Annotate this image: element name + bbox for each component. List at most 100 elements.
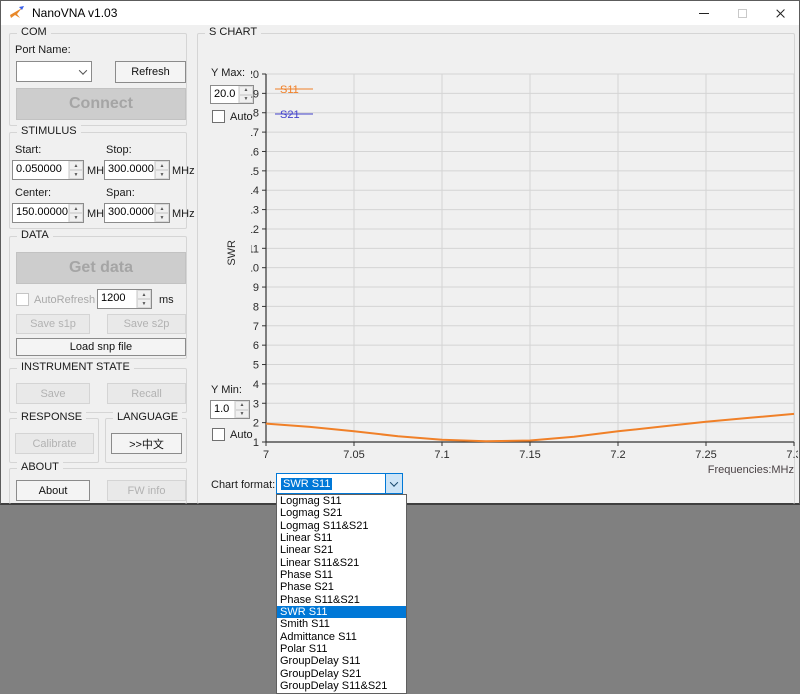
autorefresh-label: AutoRefresh [34, 294, 95, 306]
autorefresh-checkbox[interactable]: AutoRefresh [16, 293, 95, 306]
chevron-down-icon [385, 474, 402, 493]
dropdown-item[interactable]: Linear S11&S21 [277, 557, 406, 569]
dropdown-item[interactable]: GroupDelay S11 [277, 655, 406, 667]
svg-text:11: 11 [251, 243, 259, 255]
ymin-field[interactable]: 1.0 ▲▼ [210, 400, 250, 419]
instrument-state-group: INSTRUMENT STATE Save Recall [9, 368, 187, 413]
spin-down-icon: ▼ [69, 213, 83, 222]
dropdown-item[interactable]: Phase S21 [277, 581, 406, 593]
dropdown-item[interactable]: Smith S11 [277, 618, 406, 630]
save-s2p-button[interactable]: Save s2p [107, 314, 186, 334]
recall-button[interactable]: Recall [107, 383, 186, 404]
language-group: LANGUAGE >>中文 [105, 418, 187, 463]
spin-down-icon: ▼ [235, 410, 249, 419]
svg-text:7.3: 7.3 [786, 449, 798, 461]
dropdown-item[interactable]: Phase S11 [277, 569, 406, 581]
chart-format-value: SWR S11 [281, 478, 332, 490]
language-group-label: LANGUAGE [113, 411, 182, 423]
port-name-label: Port Name: [15, 44, 71, 56]
spin-up-icon: ▲ [235, 401, 249, 410]
port-name-combobox[interactable] [16, 61, 92, 82]
svg-text:Frequencies:MHz: Frequencies:MHz [708, 464, 794, 475]
app-icon [9, 5, 25, 21]
com-group: COM Port Name: Refresh Connect [9, 33, 187, 126]
svg-text:17: 17 [251, 127, 259, 139]
svg-text:5: 5 [253, 360, 259, 372]
center-field[interactable]: 150.000000 ▲▼ [12, 203, 84, 223]
minimize-button[interactable] [685, 1, 723, 25]
svg-text:3: 3 [253, 398, 259, 410]
dropdown-item[interactable]: GroupDelay S21 [277, 668, 406, 680]
stop-field[interactable]: 300.000000 ▲▼ [104, 160, 170, 180]
ymax-field[interactable]: 20.0 ▲▼ [210, 85, 254, 104]
ymin-label: Y Min: [211, 384, 242, 396]
start-field[interactable]: 0.050000 ▲▼ [12, 160, 84, 180]
ymax-label: Y Max: [211, 67, 245, 79]
spin-down-icon: ▼ [69, 170, 83, 179]
svg-text:13: 13 [251, 205, 259, 217]
dropdown-item[interactable]: Phase S11&S21 [277, 594, 406, 606]
stop-spinner[interactable]: ▲▼ [154, 161, 169, 179]
maximize-icon [738, 9, 747, 18]
dropdown-item[interactable]: Polar S11 [277, 643, 406, 655]
dropdown-item[interactable]: Logmag S21 [277, 507, 406, 519]
interval-unit-label: ms [159, 294, 174, 306]
svg-text:7.05: 7.05 [343, 449, 364, 461]
data-group-label: DATA [17, 229, 53, 241]
about-button[interactable]: About [16, 480, 90, 501]
dropdown-item[interactable]: Logmag S11 [277, 495, 406, 507]
chart-format-combobox[interactable]: SWR S11 [276, 473, 403, 494]
start-spinner[interactable]: ▲▼ [68, 161, 83, 179]
save-state-button[interactable]: Save [16, 383, 90, 404]
spin-up-icon: ▲ [137, 290, 151, 299]
refresh-button[interactable]: Refresh [115, 61, 186, 83]
spin-down-icon: ▼ [137, 299, 151, 308]
center-spinner[interactable]: ▲▼ [68, 204, 83, 222]
close-button[interactable] [761, 1, 799, 25]
center-label: Center: [15, 187, 51, 199]
window-title: NanoVNA v1.03 [32, 6, 117, 20]
chart-ylabel: SWR [226, 240, 238, 266]
span-field[interactable]: 300.000000 ▲▼ [104, 203, 170, 223]
svg-text:19: 19 [251, 88, 259, 100]
span-label: Span: [106, 187, 135, 199]
language-button[interactable]: >>中文 [111, 433, 182, 454]
response-group: RESPONSE Calibrate [9, 418, 99, 463]
stimulus-group: STIMULUS Start: 0.050000 ▲▼ MHz Stop: 30… [9, 132, 187, 229]
svg-text:S21: S21 [280, 109, 300, 121]
dropdown-item[interactable]: SWR S11 [277, 606, 406, 618]
data-group: DATA Get data AutoRefresh 1200 ▲▼ ms Sav… [9, 236, 187, 359]
span-unit-label: MHz [172, 208, 195, 220]
ymin-auto-checkbox[interactable]: Auto [212, 428, 253, 441]
ymax-auto-checkbox[interactable]: Auto [212, 110, 253, 123]
svg-text:S11: S11 [280, 84, 299, 96]
dropdown-item[interactable]: Logmag S11&S21 [277, 520, 406, 532]
swr-chart: 123456789101112131415161718192077.057.17… [251, 67, 798, 475]
spin-up-icon: ▲ [155, 204, 169, 213]
connect-button[interactable]: Connect [16, 88, 186, 120]
dropdown-item[interactable]: Admittance S11 [277, 631, 406, 643]
svg-text:1: 1 [253, 437, 259, 449]
load-snp-file-button[interactable]: Load snp file [16, 338, 186, 356]
dropdown-item[interactable]: Linear S11 [277, 532, 406, 544]
interval-spinner[interactable]: ▲▼ [136, 290, 151, 308]
interval-field[interactable]: 1200 ▲▼ [97, 289, 152, 309]
stop-label: Stop: [106, 144, 132, 156]
get-data-button[interactable]: Get data [16, 252, 186, 284]
chart-format-dropdown: Logmag S11Logmag S21Logmag S11&S21Linear… [276, 494, 407, 694]
s-chart-group-label: S CHART [205, 26, 261, 38]
svg-text:7: 7 [263, 449, 269, 461]
svg-text:9: 9 [253, 282, 259, 294]
spin-down-icon: ▼ [155, 213, 169, 222]
span-spinner[interactable]: ▲▼ [154, 204, 169, 222]
dropdown-item[interactable]: GroupDelay S11&S21 [277, 680, 406, 692]
save-s1p-button[interactable]: Save s1p [16, 314, 90, 334]
calibrate-button[interactable]: Calibrate [15, 433, 94, 454]
minimize-icon [699, 13, 709, 14]
fw-info-button[interactable]: FW info [107, 480, 186, 501]
maximize-button [723, 1, 761, 25]
ymin-spinner[interactable]: ▲▼ [234, 401, 249, 418]
dropdown-item[interactable]: Linear S21 [277, 544, 406, 556]
svg-text:18: 18 [251, 108, 259, 120]
chart-format-label: Chart format: [211, 479, 275, 491]
